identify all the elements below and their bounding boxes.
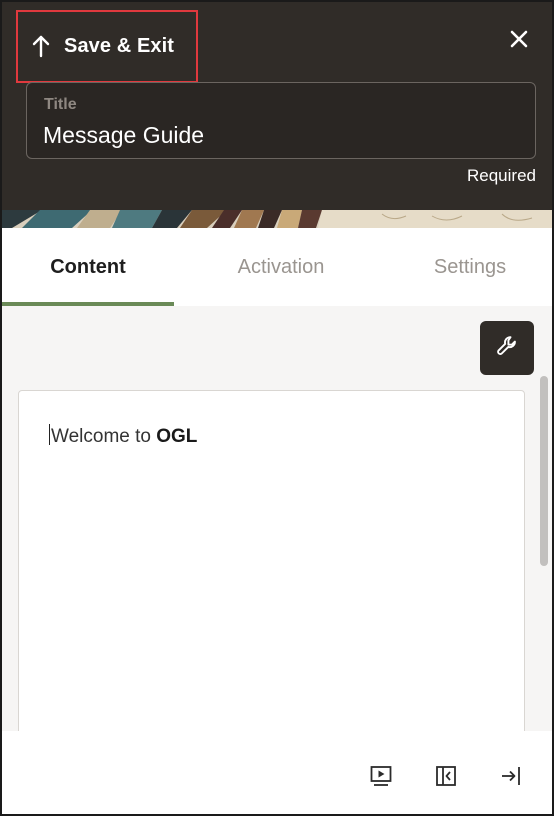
guide-editor-panel: Save & Exit Title Required	[0, 0, 554, 816]
editor-bold-text: OGL	[156, 426, 198, 447]
title-input[interactable]	[43, 119, 513, 151]
wrench-icon	[495, 334, 519, 363]
tab-content-label: Content	[50, 255, 126, 278]
save-exit-button[interactable]: Save & Exit	[16, 10, 198, 83]
content-editor[interactable]: Welcome to OGL	[18, 390, 525, 750]
panel-header: Save & Exit Title Required	[2, 2, 552, 212]
editor-text: Welcome to	[51, 426, 157, 447]
play-preview-icon	[369, 764, 393, 793]
close-button[interactable]	[502, 24, 536, 58]
tab-settings-label: Settings	[433, 255, 507, 278]
arrow-up-icon	[30, 34, 52, 60]
tab-content[interactable]: Content	[2, 228, 174, 306]
tools-button[interactable]	[480, 321, 534, 375]
preview-button[interactable]	[368, 765, 394, 791]
title-field-label: Title	[44, 96, 77, 113]
scrollbar-thumb[interactable]	[540, 376, 548, 566]
collapse-panel-button[interactable]	[433, 765, 459, 791]
scrollbar[interactable]	[540, 376, 548, 731]
title-field[interactable]: Title	[26, 82, 536, 159]
tab-settings[interactable]: Settings	[388, 228, 552, 306]
text-caret	[49, 424, 50, 445]
tab-activation-label: Activation	[237, 255, 325, 278]
close-icon	[510, 30, 528, 53]
content-body: Welcome to OGL	[2, 306, 552, 750]
tab-bar: Content Activation Settings	[2, 228, 552, 306]
save-exit-label: Save & Exit	[64, 35, 175, 57]
decorative-banner	[2, 210, 552, 228]
required-hint: Required	[467, 166, 536, 185]
panel-footer	[2, 731, 552, 814]
exit-icon	[499, 764, 523, 793]
tab-activation[interactable]: Activation	[174, 228, 388, 306]
exit-button[interactable]	[498, 765, 524, 791]
collapse-panel-icon	[434, 764, 458, 793]
